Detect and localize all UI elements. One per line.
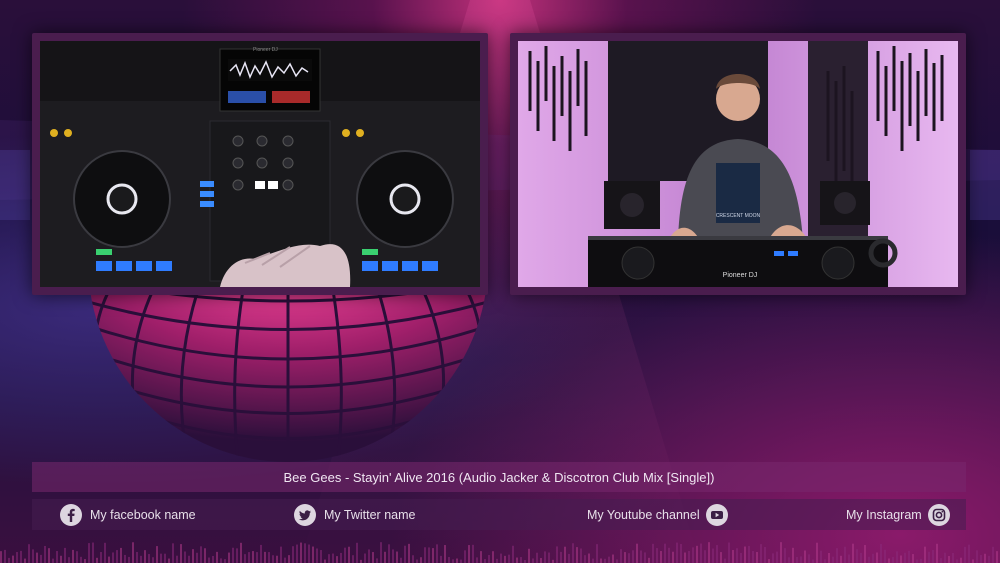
instagram-link[interactable]: My Instagram bbox=[846, 499, 950, 530]
youtube-icon bbox=[705, 503, 728, 526]
dj-cam-video: CRESCENT MOON Pioneer DJ bbox=[518, 41, 958, 287]
youtube-link[interactable]: My Youtube channel bbox=[587, 499, 728, 530]
now-playing-bar: Bee Gees - Stayin' Alive 2016 (Audio Jac… bbox=[32, 462, 966, 492]
now-playing-title: Bee Gees - Stayin' Alive 2016 (Audio Jac… bbox=[283, 469, 715, 485]
social-links-bar: My facebook name My Twitter name My Yout… bbox=[32, 499, 966, 530]
instagram-label: My Instagram bbox=[846, 507, 922, 522]
facebook-icon bbox=[60, 503, 82, 526]
dj-cam-frame: CRESCENT MOON Pioneer DJ bbox=[510, 33, 966, 295]
twitter-link[interactable]: My Twitter name bbox=[294, 499, 415, 530]
equalizer-decoration bbox=[0, 542, 998, 563]
twitter-label: My Twitter name bbox=[324, 507, 416, 522]
controller-brand-label: Pioneer DJ bbox=[253, 47, 278, 53]
controller-cam-frame: Pioneer DJ bbox=[32, 33, 488, 295]
facebook-label: My facebook name bbox=[90, 507, 196, 522]
shirt-print-text: CRESCENT MOON bbox=[716, 213, 761, 219]
facebook-link[interactable]: My facebook name bbox=[60, 499, 196, 530]
instagram-icon bbox=[927, 503, 950, 526]
youtube-label: My Youtube channel bbox=[587, 507, 700, 522]
twitter-icon bbox=[294, 503, 316, 526]
dj-controller-brand: Pioneer DJ bbox=[723, 272, 758, 279]
controller-cam-video: Pioneer DJ bbox=[40, 41, 480, 287]
